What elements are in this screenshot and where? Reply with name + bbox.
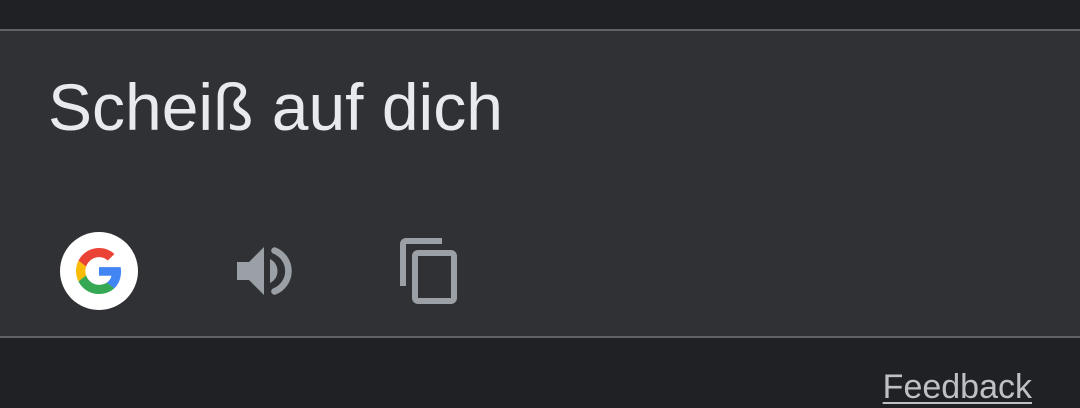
google-icon-background [60,232,138,310]
translate-result-page: Scheiß auf dich Feedback [0,0,1080,408]
copy-button[interactable] [388,229,472,313]
volume-up-icon [237,247,292,295]
feedback-link[interactable]: Feedback [883,366,1032,408]
translation-card: Scheiß auf dich [0,29,1080,338]
content-copy-icon [400,238,457,304]
listen-button[interactable] [222,229,306,313]
translation-output-text: Scheiß auf dich [48,70,503,144]
google-search-button[interactable] [57,229,141,313]
google-g-icon [76,248,122,294]
